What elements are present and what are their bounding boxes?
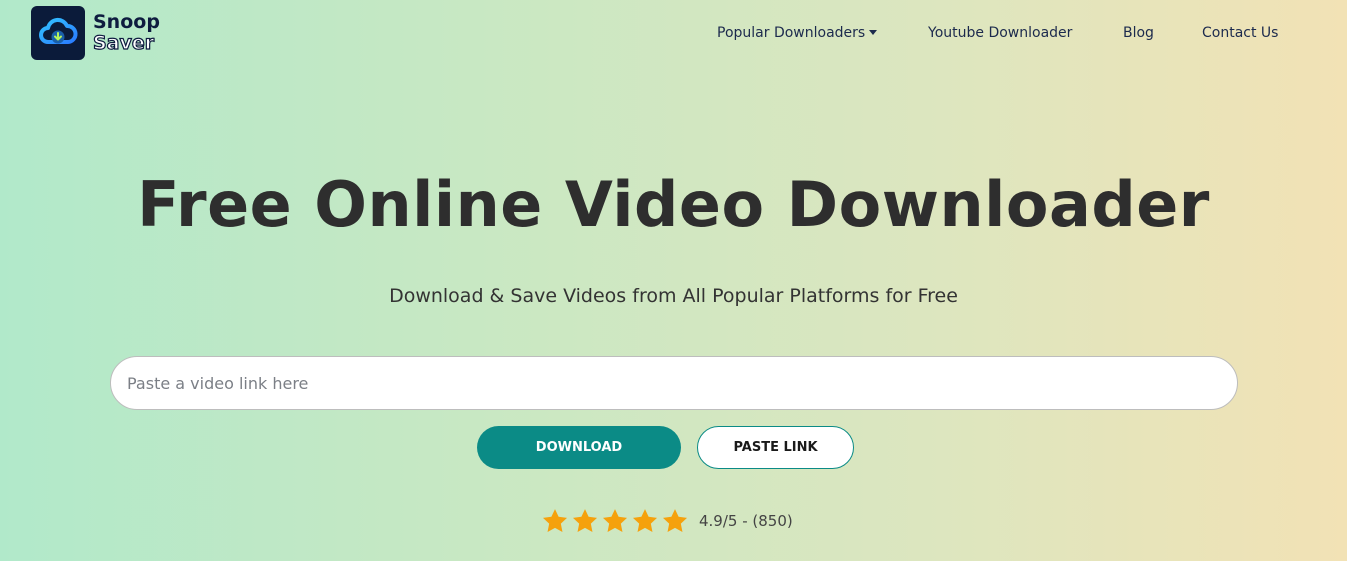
main-nav: Popular Downloaders Youtube Downloader B… — [0, 25, 1347, 45]
star-icon — [602, 509, 628, 532]
rating-score: 4.9/5 - (850) — [699, 512, 793, 530]
nav-popular-downloaders-label: Popular Downloaders — [717, 25, 866, 41]
paste-link-button[interactable]: PASTE LINK — [697, 426, 854, 469]
star-icon — [542, 509, 568, 532]
star-icon — [662, 509, 688, 532]
video-link-input[interactable] — [110, 356, 1238, 410]
nav-contact-us[interactable]: Contact Us — [1202, 25, 1278, 41]
caret-down-icon — [869, 29, 878, 35]
rating-stars — [541, 507, 691, 535]
nav-youtube-downloader[interactable]: Youtube Downloader — [928, 25, 1072, 41]
download-button[interactable]: DOWNLOAD — [477, 426, 681, 469]
rating: 4.9/5 - (850) — [541, 507, 793, 535]
page-subtitle: Download & Save Videos from All Popular … — [389, 285, 958, 307]
page-title: Free Online Video Downloader — [137, 168, 1210, 241]
star-icon — [632, 509, 658, 532]
nav-blog[interactable]: Blog — [1123, 25, 1154, 41]
star-icon — [572, 509, 598, 532]
nav-popular-downloaders[interactable]: Popular Downloaders — [717, 25, 878, 41]
